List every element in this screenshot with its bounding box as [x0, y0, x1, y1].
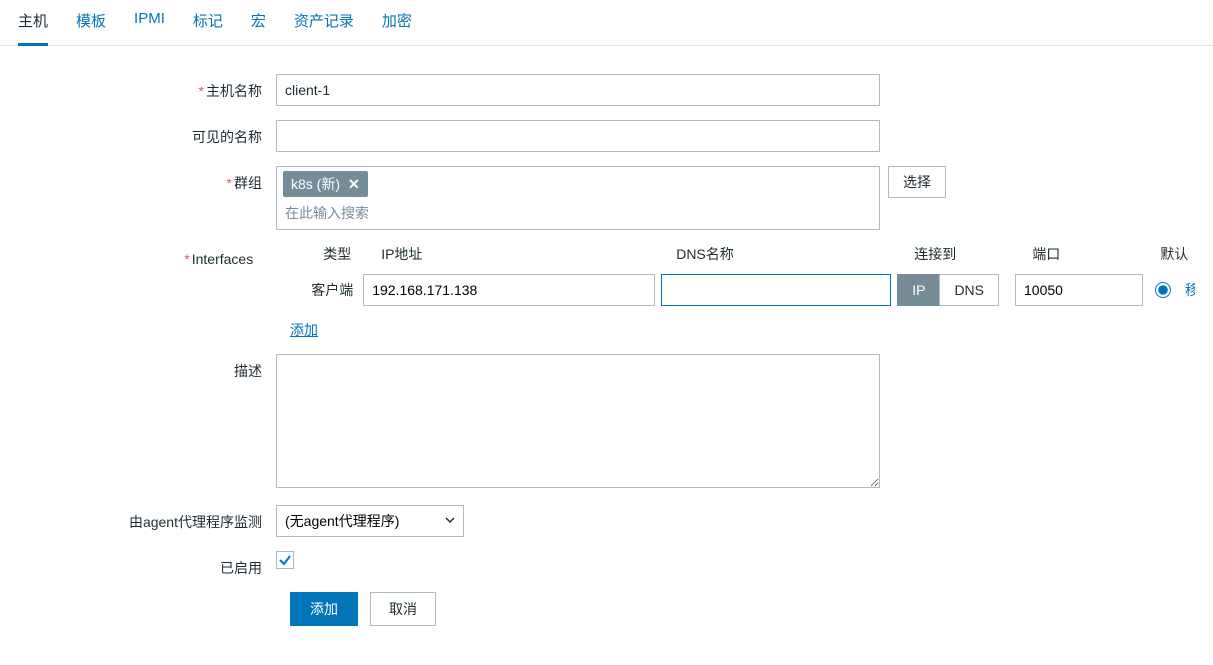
tab-host[interactable]: 主机	[18, 10, 48, 46]
iface-header-port: 端口	[1032, 244, 1152, 264]
visible-name-label: 可见的名称	[18, 120, 276, 147]
enabled-checkbox[interactable]	[276, 551, 294, 569]
connect-dns-button[interactable]: DNS	[939, 274, 999, 306]
iface-ip-input[interactable]	[363, 274, 655, 306]
group-tag-label: k8s (新)	[291, 174, 340, 194]
iface-remove-icon[interactable]: 移	[1185, 280, 1195, 300]
tab-encryption[interactable]: 加密	[382, 10, 412, 45]
connect-ip-button[interactable]: IP	[897, 274, 939, 306]
cancel-button[interactable]: 取消	[370, 592, 436, 626]
proxy-select[interactable]	[276, 505, 464, 537]
hostname-input[interactable]	[276, 74, 880, 106]
tab-ipmi[interactable]: IPMI	[134, 10, 165, 45]
iface-header-ip: IP地址	[381, 244, 676, 264]
iface-default-radio[interactable]	[1155, 282, 1171, 298]
hostname-label: *主机名称	[18, 74, 276, 101]
iface-port-input[interactable]	[1015, 274, 1143, 306]
form-tabs: 主机 模板 IPMI 标记 宏 资产记录 加密	[0, 0, 1213, 46]
groups-label: *群组	[18, 166, 276, 193]
remove-tag-icon[interactable]: ✕	[348, 176, 360, 193]
tab-templates[interactable]: 模板	[76, 10, 106, 45]
tab-tags[interactable]: 标记	[193, 10, 223, 45]
iface-header-connect: 连接到	[914, 244, 1032, 264]
group-tag: k8s (新) ✕	[283, 171, 368, 197]
monitored-by-label: 由agent代理程序监测	[18, 505, 276, 532]
enabled-label: 已启用	[18, 551, 276, 578]
iface-header-default: 默认	[1152, 244, 1188, 264]
groups-multiselect[interactable]: k8s (新) ✕	[276, 166, 880, 230]
tab-inventory[interactable]: 资产记录	[294, 10, 354, 45]
visible-name-input[interactable]	[276, 120, 880, 152]
description-textarea[interactable]	[276, 354, 880, 488]
interface-row: 客户端 IP DNS 移	[267, 274, 1195, 306]
groups-search-input[interactable]	[283, 201, 873, 225]
description-label: 描述	[18, 354, 276, 381]
iface-header-type: 类型	[323, 244, 381, 264]
iface-type-label: 客户端	[305, 280, 363, 300]
submit-button[interactable]: 添加	[290, 592, 358, 626]
iface-header-dns: DNS名称	[676, 244, 914, 264]
interfaces-label: *Interfaces	[18, 244, 267, 267]
groups-select-button[interactable]: 选择	[888, 166, 946, 198]
iface-dns-input[interactable]	[661, 274, 891, 306]
tab-macros[interactable]: 宏	[251, 10, 266, 45]
connect-to-toggle: IP DNS	[897, 274, 999, 306]
add-interface-link[interactable]: 添加	[290, 320, 318, 340]
